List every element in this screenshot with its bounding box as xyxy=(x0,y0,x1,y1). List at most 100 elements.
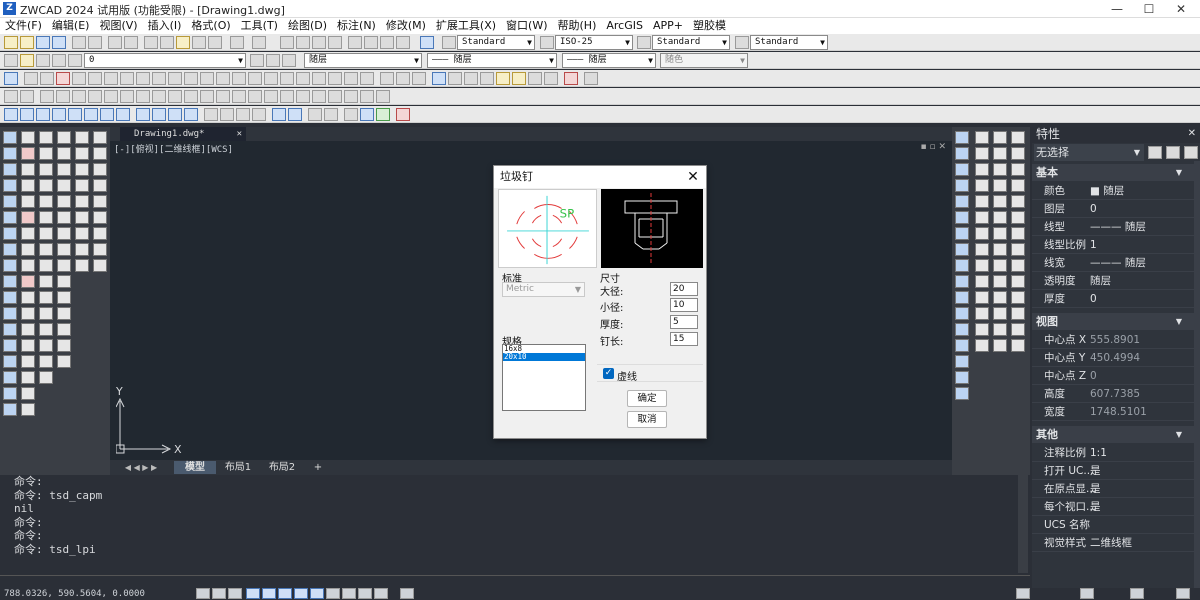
tool-icon[interactable] xyxy=(993,243,1007,256)
tool-icon[interactable] xyxy=(184,90,198,103)
tool-icon[interactable] xyxy=(56,90,70,103)
paste-icon[interactable] xyxy=(176,36,190,49)
tool-icon[interactable] xyxy=(57,163,71,176)
tool-icon[interactable] xyxy=(93,163,107,176)
tab-layout2[interactable]: 布局2 xyxy=(262,461,302,474)
tool-icon[interactable] xyxy=(975,275,989,288)
tool-icon[interactable] xyxy=(88,90,102,103)
tool-icon[interactable] xyxy=(104,72,118,85)
close-icon[interactable]: ✕ xyxy=(1188,125,1196,143)
clean-screen-icon[interactable] xyxy=(1130,588,1144,599)
polygon-icon[interactable] xyxy=(3,179,17,192)
tool-icon[interactable] xyxy=(993,131,1007,144)
tool-icon[interactable] xyxy=(975,147,989,160)
region-icon[interactable] xyxy=(3,387,17,400)
tool-icon[interactable] xyxy=(252,108,266,121)
circle-icon[interactable] xyxy=(3,163,17,176)
tool-icon[interactable] xyxy=(344,72,358,85)
tool-icon[interactable] xyxy=(955,307,969,320)
tool-icon[interactable] xyxy=(993,179,1007,192)
close-button[interactable]: ✕ xyxy=(1166,0,1196,18)
prop-row[interactable]: UCS 名称 xyxy=(1032,516,1194,534)
make-block-icon[interactable] xyxy=(3,323,17,336)
tool-icon[interactable] xyxy=(236,108,250,121)
viewport-controls[interactable]: ▪ ▫ ✕ xyxy=(921,142,946,152)
paste-special-icon[interactable] xyxy=(192,36,206,49)
tab-layout1[interactable]: 布局1 xyxy=(218,461,258,474)
tool-icon[interactable] xyxy=(1011,291,1025,304)
prop-row[interactable]: 颜色 ■ 随层 xyxy=(1032,182,1194,200)
tool-icon[interactable] xyxy=(75,211,89,224)
cut-icon[interactable] xyxy=(144,36,158,49)
dialog-close-button[interactable]: ✕ xyxy=(684,168,702,186)
tool-icon[interactable] xyxy=(75,195,89,208)
tool-icon[interactable] xyxy=(360,108,374,121)
arc-icon[interactable] xyxy=(3,227,17,240)
tool-icon[interactable] xyxy=(57,307,71,320)
lineweight-select[interactable]: ——— 随层 ▼ xyxy=(562,53,656,68)
hatch-icon[interactable] xyxy=(3,355,17,368)
tool-icon[interactable] xyxy=(955,371,969,384)
tool-icon[interactable] xyxy=(57,339,71,352)
tool-icon[interactable] xyxy=(975,307,989,320)
properties-scrollbar[interactable] xyxy=(1194,161,1200,588)
publish-icon[interactable] xyxy=(108,36,122,49)
undo-icon[interactable] xyxy=(230,36,244,49)
text-style-select[interactable]: Standard ▼ xyxy=(457,35,535,50)
tool-icon[interactable] xyxy=(21,227,35,240)
tool-icon[interactable] xyxy=(4,72,18,85)
tool-icon[interactable] xyxy=(168,90,182,103)
tool-icon[interactable] xyxy=(993,163,1007,176)
tool-icon[interactable] xyxy=(216,72,230,85)
multileader-style-select[interactable]: Standard ▼ xyxy=(750,35,828,50)
tool-icon[interactable] xyxy=(1011,243,1025,256)
tool-icon[interactable] xyxy=(21,371,35,384)
tool-icon[interactable] xyxy=(1011,147,1025,160)
tool-icon[interactable] xyxy=(39,371,53,384)
tool-icon[interactable] xyxy=(512,72,526,85)
tool-icon[interactable] xyxy=(312,90,326,103)
tool-icon[interactable] xyxy=(1011,323,1025,336)
menu-app-plus[interactable]: APP+ xyxy=(648,18,688,34)
tool-icon[interactable] xyxy=(280,90,294,103)
list-item[interactable]: 20x10 xyxy=(503,353,585,361)
prop-row[interactable]: 中心点 Y 450.4994 xyxy=(1032,349,1194,367)
section-view[interactable]: 视图 ▼ xyxy=(1032,313,1200,330)
tool-icon[interactable] xyxy=(21,339,35,352)
tool-icon[interactable] xyxy=(57,147,71,160)
section-misc[interactable]: 其他 ▼ xyxy=(1032,426,1200,443)
tool-icon[interactable] xyxy=(39,339,53,352)
customize-icon[interactable] xyxy=(1176,588,1190,599)
tool-icon[interactable] xyxy=(39,147,53,160)
tool-icon[interactable] xyxy=(84,108,98,121)
menu-plastic-mold[interactable]: 塑胶模 xyxy=(688,18,731,34)
tool-icon[interactable] xyxy=(1011,259,1025,272)
close-tab-icon[interactable]: ✕ xyxy=(237,127,242,141)
menu-help[interactable]: 帮助(H) xyxy=(553,18,602,34)
tool-icon[interactable] xyxy=(39,179,53,192)
tool-icon[interactable] xyxy=(993,291,1007,304)
tool-icon[interactable] xyxy=(955,131,969,144)
tool-icon[interactable] xyxy=(464,72,478,85)
layer-lock-icon[interactable] xyxy=(52,54,66,67)
tool-icon[interactable] xyxy=(396,108,410,121)
tool-icon[interactable] xyxy=(955,179,969,192)
prop-row[interactable]: 每个视口... 是 xyxy=(1032,498,1194,516)
print-preview-icon[interactable] xyxy=(88,36,102,49)
tool-icon[interactable] xyxy=(272,108,286,121)
tool-icon[interactable] xyxy=(93,131,107,144)
tool-icon[interactable] xyxy=(204,108,218,121)
tool-icon[interactable] xyxy=(168,72,182,85)
tool-icon[interactable] xyxy=(993,147,1007,160)
tool-icon[interactable] xyxy=(168,108,182,121)
tool-icon[interactable] xyxy=(75,259,89,272)
tool-icon[interactable] xyxy=(21,211,35,224)
menu-window[interactable]: 窗口(W) xyxy=(501,18,552,34)
tool-icon[interactable] xyxy=(220,108,234,121)
tool-icon[interactable] xyxy=(4,108,18,121)
tool-icon[interactable] xyxy=(152,90,166,103)
dyn-toggle-icon[interactable] xyxy=(294,588,308,599)
prop-row[interactable]: 打开 UC... 是 xyxy=(1032,462,1194,480)
tool-icon[interactable] xyxy=(993,339,1007,352)
snap-toggle-icon[interactable] xyxy=(212,588,226,599)
